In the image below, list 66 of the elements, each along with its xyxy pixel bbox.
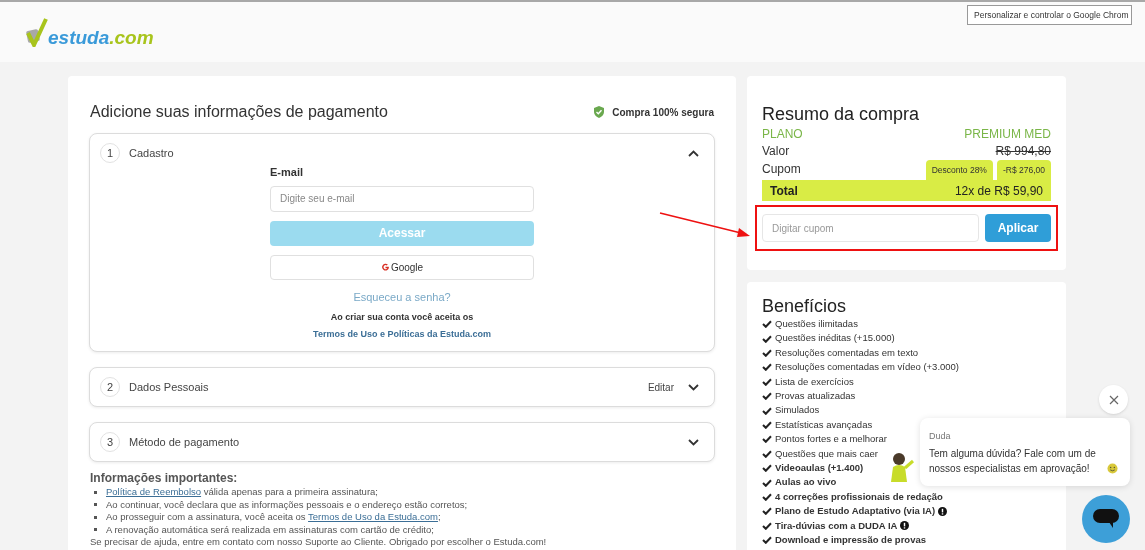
benefit-text: Lista de exercícios (775, 374, 854, 389)
info-text: Política de Reembolso válida apenas para a primeira assinatura; (106, 486, 378, 499)
info-heading: Informações importantes: (90, 471, 239, 486)
step-title[interactable]: Cadastro (129, 144, 688, 162)
shield-check-icon (594, 106, 605, 118)
value-label: Valor (762, 143, 790, 160)
google-button[interactable]: Google (270, 254, 534, 280)
chat-button[interactable] (1082, 495, 1130, 543)
original-price: R$ 994,80 (995, 143, 1051, 160)
benefit-text: Pontos fortes e a melhorar (775, 432, 887, 447)
email-field[interactable]: Digite seu e-mail (270, 185, 534, 212)
step-title[interactable]: Dados Pessoais (129, 378, 648, 396)
plan-name: PREMIUM MED (964, 126, 1051, 142)
benefit-text: Download e impressão de provas (775, 533, 926, 548)
secure-purchase-label: Compra 100% segura (612, 105, 714, 120)
discount-tag: Desconto 28% (925, 160, 993, 180)
bullet-icon (94, 490, 97, 494)
close-icon (1108, 394, 1119, 405)
refund-policy-link[interactable]: Política de Reembolso (106, 486, 202, 497)
benefit-text: Aulas ao vivo (775, 475, 837, 490)
total-label: Total (770, 182, 798, 200)
benefit-text: 4 correções profissionais de redação (775, 489, 943, 504)
terms-link[interactable]: Termos de Uso da Estuda.com (308, 511, 438, 522)
benefit-text: Resoluções comentadas em vídeo (+3.000) (775, 360, 960, 375)
coupon-label: Cupom (762, 161, 801, 178)
benefit-text: Plano de Estudo Adaptativo (via IA) (775, 504, 936, 519)
benefit-text: Resoluções comentadas em texto (775, 345, 919, 360)
terms-link[interactable]: Termos de Uso e Políticas da Estuda.com (270, 327, 534, 341)
bullet-icon (94, 503, 97, 507)
info-text: Ao continuar, você declara que as informações pessoais e o endereço estão corretos; (106, 498, 468, 511)
terms-note: Ao criar sua conta você aceita os (329, 311, 475, 324)
browser-tooltip: Personalizar e controlar o Google Chrom (967, 5, 1132, 25)
benefit-text: Estatísticas avançadas (775, 417, 873, 432)
summary-heading: Resumo da compra (762, 103, 921, 125)
plan-label: PLANO (762, 126, 803, 142)
benefit-text: Videoaulas (+1.400) (775, 461, 864, 476)
info-text: A renovação automática será realizada em assinaturas com cartão de crédito; (106, 523, 434, 536)
agent-name: Duda (929, 430, 952, 442)
benefits-heading: Benefícios (762, 295, 848, 317)
benefit-text: Questões que mais caer (775, 446, 878, 461)
step-title[interactable]: Método de pagamento (129, 433, 688, 451)
benefit-text: Questões inéditas (+15.000) (775, 331, 895, 346)
benefit-text: Provas atualizadas (775, 389, 856, 404)
field-label: E-mail (270, 165, 304, 180)
bullet-icon (94, 515, 97, 519)
discount-tag: -R$ 276,00 (996, 160, 1051, 180)
chevron-up-icon[interactable] (688, 149, 699, 157)
benefit-text: Questões ilimitadas (775, 317, 858, 331)
google-logo-icon (380, 262, 390, 272)
smiley-icon (1107, 463, 1118, 474)
logo-domain: .com (109, 28, 154, 47)
chat-message: Tem alguma dúvida? Fale com um de nossos especialistas em aprovação! (929, 447, 1097, 476)
page-heading: Adicione suas informações de pagamento (90, 102, 388, 122)
benefit-text: Simulados (775, 403, 820, 418)
coupon-field[interactable]: Digitar cupom (762, 214, 979, 242)
chevron-down-icon[interactable] (688, 383, 699, 391)
total-value: 12x de R$ 59,90 (954, 182, 1043, 200)
help-text: Se precisar de ajuda, entre em contato com nosso Suporte ao Cliente. Obrigado por escolher o Estuda.com! (90, 536, 548, 549)
chevron-down-icon[interactable] (688, 438, 699, 446)
chat-bubble-icon (1093, 509, 1119, 529)
info-text: Ao prosseguir com a assinatura, você aceita os Termos de Uso da Estuda.com; (106, 511, 441, 524)
checkmark-logo-icon (26, 17, 48, 47)
benefit-text: Tira-dúvias com a DUDA IA (775, 518, 898, 533)
bullet-icon (94, 528, 97, 532)
logo-name: estuda (48, 28, 110, 47)
edit-link[interactable]: Editar (647, 379, 674, 395)
